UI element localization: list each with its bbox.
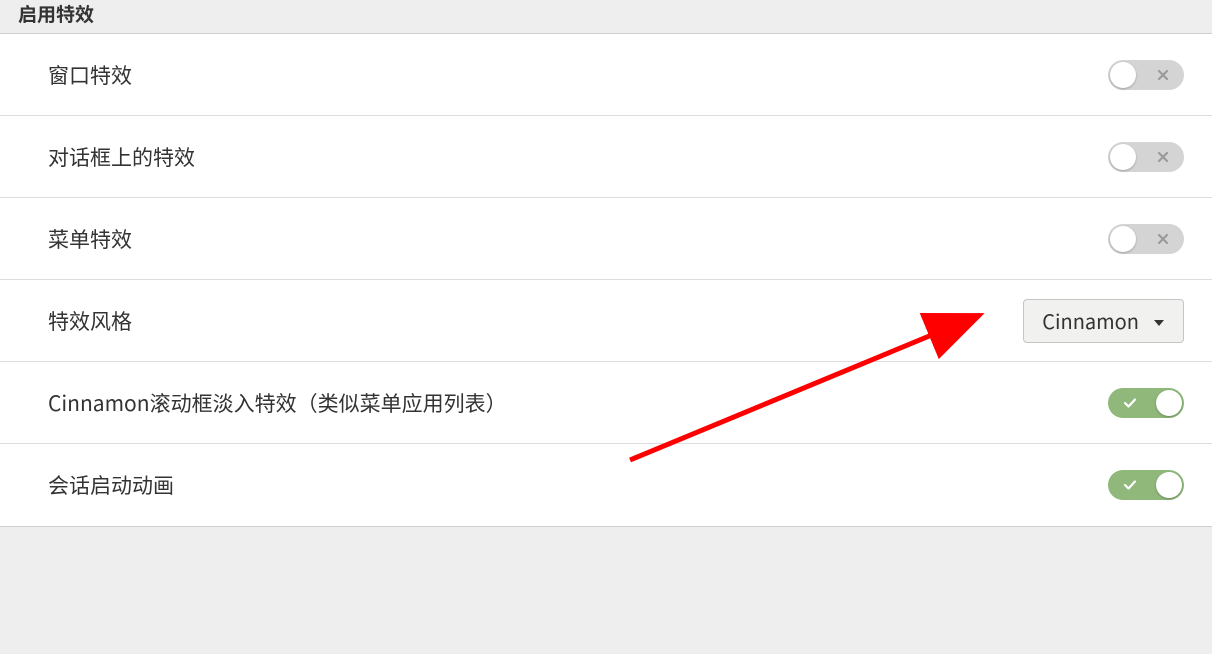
row-session-anim: 会话启动动画	[0, 444, 1212, 526]
row-label-dialog-effects: 对话框上的特效	[48, 142, 195, 172]
section-title: 启用特效	[0, 0, 1212, 33]
row-overlay-fade: Cinnamon滚动框淡入特效（类似菜单应用列表）	[0, 362, 1212, 444]
row-window-effects: 窗口特效	[0, 34, 1212, 116]
chevron-down-icon	[1153, 306, 1165, 335]
dropdown-selected-label: Cinnamon	[1042, 306, 1139, 335]
toggle-overlay-fade[interactable]	[1108, 388, 1184, 418]
toggle-menu-effects[interactable]	[1108, 224, 1184, 254]
settings-panel: 窗口特效 对话框上的特效 菜单特效 特效风格 Cinnamon	[0, 33, 1212, 527]
check-icon	[1122, 395, 1138, 411]
switch-knob	[1110, 144, 1136, 170]
row-label-window-effects: 窗口特效	[48, 60, 132, 90]
switch-knob	[1110, 226, 1136, 252]
toggle-window-effects[interactable]	[1108, 60, 1184, 90]
row-label-effect-style: 特效风格	[48, 306, 132, 336]
row-dialog-effects: 对话框上的特效	[0, 116, 1212, 198]
x-icon	[1156, 150, 1170, 164]
row-effect-style: 特效风格 Cinnamon	[0, 280, 1212, 362]
check-icon	[1122, 477, 1138, 493]
row-menu-effects: 菜单特效	[0, 198, 1212, 280]
switch-knob	[1156, 390, 1182, 416]
switch-knob	[1110, 62, 1136, 88]
toggle-dialog-effects[interactable]	[1108, 142, 1184, 172]
dropdown-effect-style[interactable]: Cinnamon	[1023, 299, 1184, 343]
switch-knob	[1156, 472, 1182, 498]
row-label-overlay-fade: Cinnamon滚动框淡入特效（类似菜单应用列表）	[48, 388, 507, 418]
toggle-session-anim[interactable]	[1108, 470, 1184, 500]
x-icon	[1156, 232, 1170, 246]
row-label-session-anim: 会话启动动画	[48, 470, 174, 500]
row-label-menu-effects: 菜单特效	[48, 224, 132, 254]
x-icon	[1156, 68, 1170, 82]
